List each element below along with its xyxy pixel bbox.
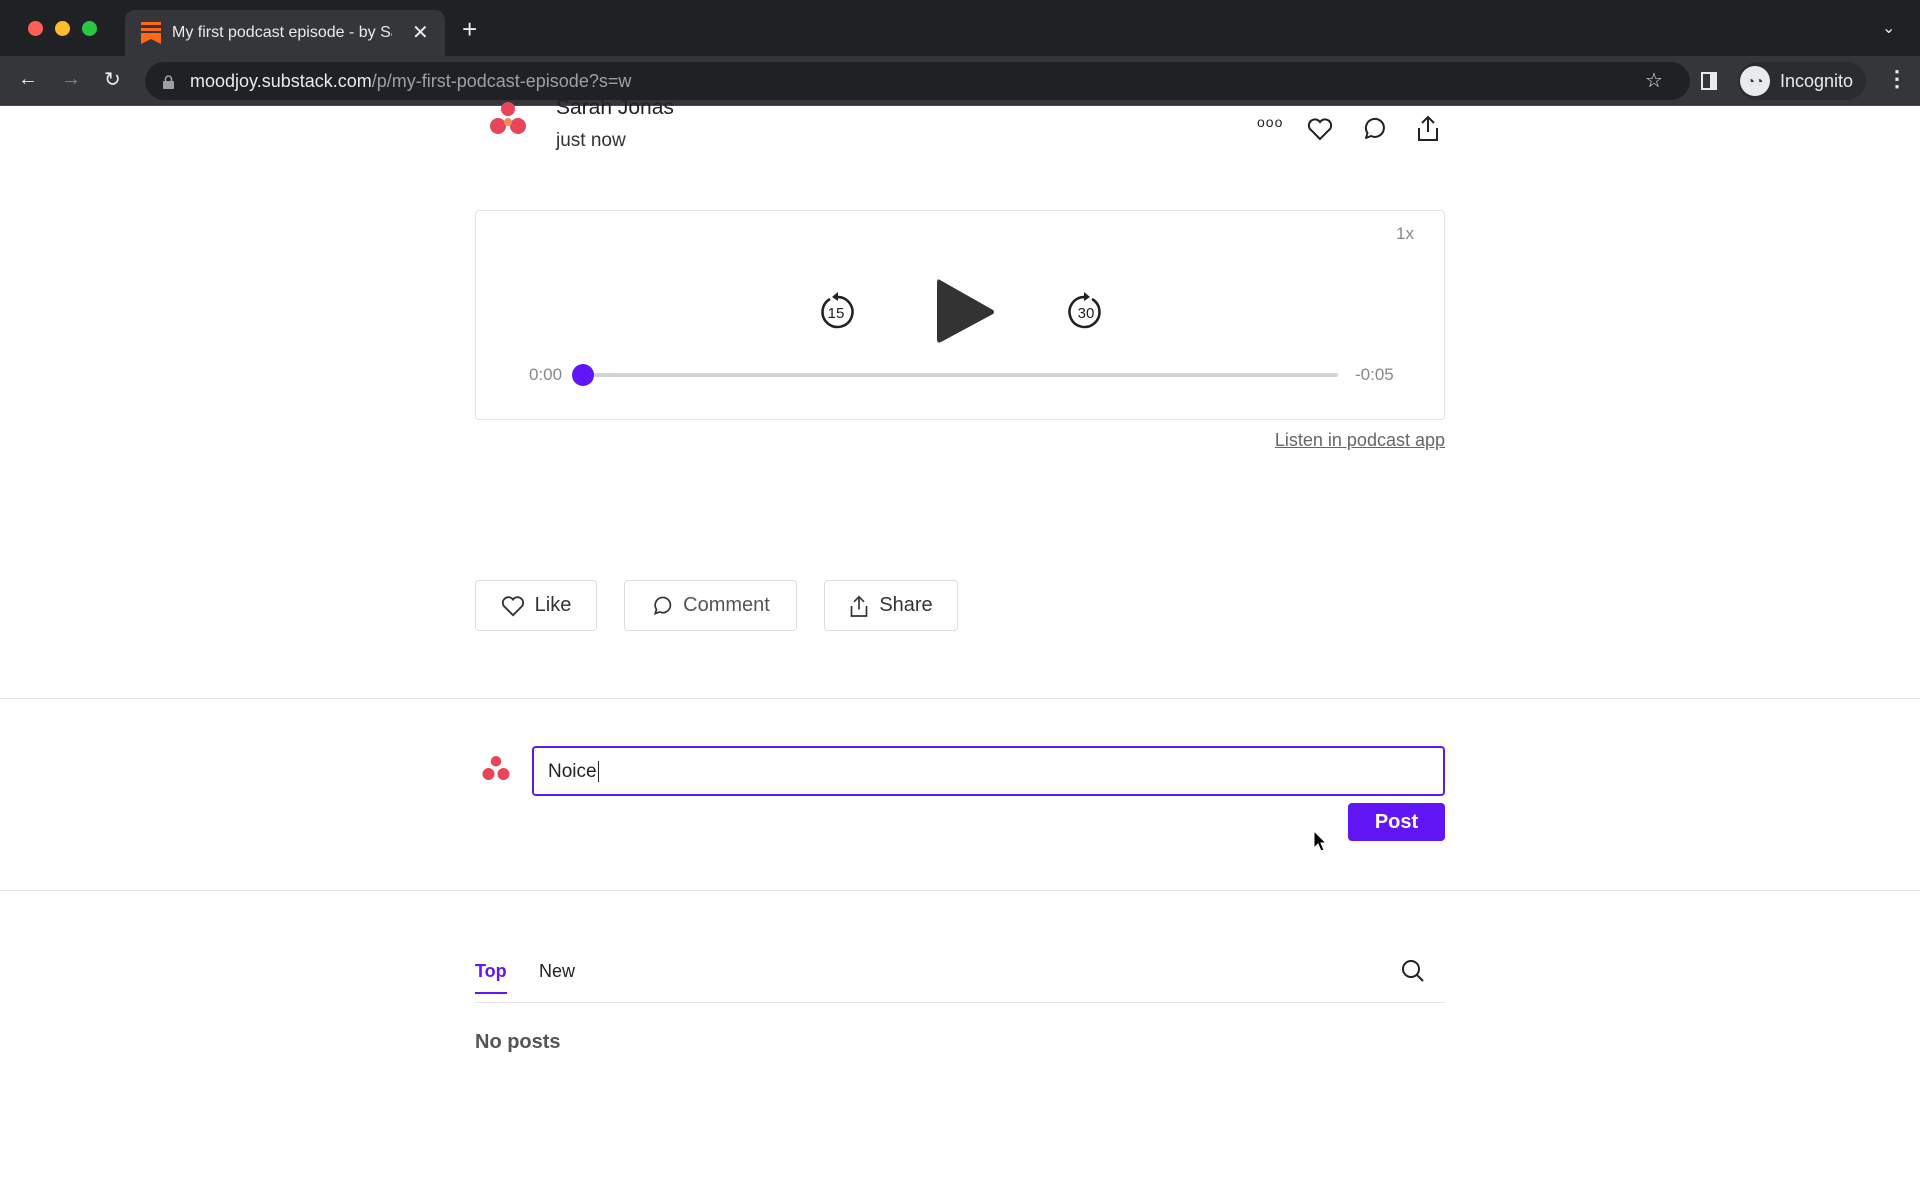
svg-text:15: 15 xyxy=(828,305,845,322)
rewind-15-button[interactable]: 15 xyxy=(816,291,856,331)
elapsed-time: 0:00 xyxy=(529,365,563,384)
share-button[interactable]: Share xyxy=(824,580,958,631)
lock-icon xyxy=(163,75,174,89)
forward-icon[interactable]: → xyxy=(61,68,81,91)
author-name[interactable]: Sarah Jonas xyxy=(556,96,674,120)
tab-title: My first podcast episode - by Sarah Jona… xyxy=(172,24,392,41)
side-panel-icon[interactable] xyxy=(1701,72,1717,90)
substack-favicon-icon xyxy=(141,22,161,44)
comment-input[interactable]: Noice xyxy=(532,746,1445,796)
more-options-icon[interactable]: ooo xyxy=(1257,114,1283,130)
incognito-icon: ◔◔ xyxy=(1740,66,1770,96)
search-icon[interactable] xyxy=(1401,959,1425,983)
divider xyxy=(0,698,1920,699)
new-tab-icon[interactable]: + xyxy=(462,14,477,45)
browser-tab-bar: My first podcast episode - by Sarah Jona… xyxy=(0,0,1920,56)
url-text: moodjoy.substack.com/p/my-first-podcast-… xyxy=(190,71,631,92)
text-cursor xyxy=(597,761,599,782)
browser-tab[interactable]: My first podcast episode - by Sarah Jona… xyxy=(125,10,445,56)
maximize-window-button[interactable] xyxy=(82,21,97,36)
incognito-profile-button[interactable]: ◔◔ Incognito xyxy=(1738,62,1866,100)
reload-icon[interactable]: ↻ xyxy=(104,67,121,92)
user-avatar xyxy=(482,756,510,780)
mouse-pointer-icon xyxy=(1313,830,1327,852)
comment-icon[interactable] xyxy=(1361,116,1387,142)
share-icon[interactable] xyxy=(1416,114,1440,142)
playback-speed-button[interactable]: 1x xyxy=(1396,224,1414,244)
fast-forward-icon: 30 xyxy=(1068,292,1101,329)
share-label: Share xyxy=(879,594,933,616)
progress-slider-handle[interactable] xyxy=(572,364,594,386)
tab-new[interactable]: New xyxy=(539,961,575,982)
audio-player: 1x 15 30 0:00 -0:05 xyxy=(475,210,1445,420)
like-button[interactable]: Like xyxy=(475,580,597,631)
comment-icon xyxy=(654,596,672,615)
tabs-divider xyxy=(475,1002,1445,1003)
progress-slider[interactable] xyxy=(572,364,1338,386)
remaining-time: -0:05 xyxy=(1355,365,1394,384)
url-host: moodjoy.substack.com xyxy=(190,71,372,91)
back-icon[interactable]: ← xyxy=(18,68,38,91)
forward-30-button[interactable]: 30 xyxy=(1066,291,1106,331)
heart-icon xyxy=(501,595,524,616)
play-icon[interactable] xyxy=(937,278,995,344)
rewind-icon: 15 xyxy=(821,292,854,329)
tab-search-chevron-down-icon[interactable]: ⌄ xyxy=(1882,18,1895,38)
divider xyxy=(0,890,1920,891)
author-avatar[interactable] xyxy=(488,102,528,138)
share-icon xyxy=(850,595,868,617)
comment-button[interactable]: Comment xyxy=(624,580,797,631)
post-timestamp: just now xyxy=(556,130,626,151)
like-label: Like xyxy=(534,594,572,616)
browser-toolbar: ← → ↻ moodjoy.substack.com/p/my-first-po… xyxy=(0,56,1920,106)
tab-top[interactable]: Top xyxy=(475,961,507,994)
svg-text:30: 30 xyxy=(1078,305,1095,322)
post-comment-button[interactable]: Post xyxy=(1348,803,1445,841)
heart-icon[interactable] xyxy=(1307,117,1333,141)
bookmark-star-icon[interactable]: ☆ xyxy=(1645,68,1663,93)
comment-input-value: Noice xyxy=(548,761,597,782)
empty-state-text: No posts xyxy=(475,1031,561,1053)
comment-label: Comment xyxy=(683,594,770,616)
minimize-window-button[interactable] xyxy=(55,21,70,36)
browser-menu-icon[interactable]: ⋮ xyxy=(1886,66,1908,92)
listen-in-podcast-app-link[interactable]: Listen in podcast app xyxy=(1275,430,1445,451)
url-path: /p/my-first-podcast-episode?s=w xyxy=(371,71,632,91)
close-window-button[interactable] xyxy=(28,21,43,36)
close-tab-icon[interactable]: ✕ xyxy=(412,20,429,45)
profile-label: Incognito xyxy=(1780,71,1854,91)
address-bar[interactable]: moodjoy.substack.com/p/my-first-podcast-… xyxy=(145,62,1690,100)
